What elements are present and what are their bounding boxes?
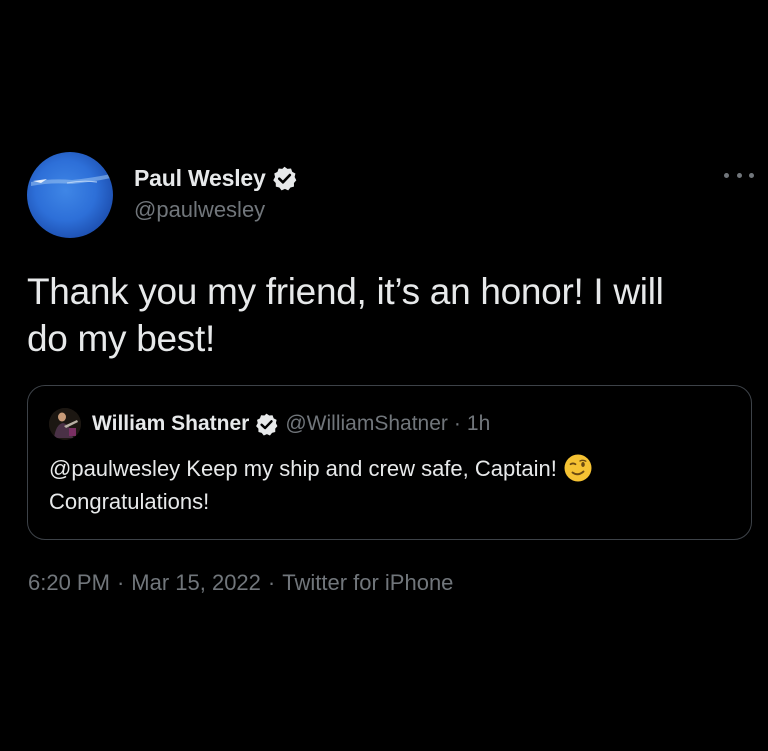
tweet-text-line-2: do my best! <box>27 318 215 359</box>
quoted-tweet-header: William Shatner @WilliamShatner · 1h <box>49 408 490 440</box>
quoted-tweet-text: @paulwesley Keep my ship and crew safe, … <box>49 452 739 518</box>
author-display-name[interactable]: Paul Wesley <box>134 165 266 192</box>
separator-dot: · <box>267 570 276 595</box>
separator-dot: · <box>116 570 125 595</box>
quoted-tweet-text-line-1-content: @paulwesley Keep my ship and crew safe, … <box>49 456 557 481</box>
tweet-text: Thank you my friend, it’s an honor! I wi… <box>27 268 747 362</box>
quoted-avatar-image <box>49 408 81 440</box>
tweet-text-line-1: Thank you my friend, it’s an honor! I wi… <box>27 271 664 312</box>
more-dot <box>736 172 742 178</box>
author-avatar[interactable] <box>27 152 113 238</box>
tweet-time[interactable]: 6:20 PM <box>28 570 110 595</box>
quoted-tweet-text-line-2: Congratulations! <box>49 489 210 514</box>
tweet-meta: 6:20 PM · Mar 15, 2022 · Twitter for iPhone <box>28 570 453 596</box>
winking-face-emoji <box>563 453 593 483</box>
tweet-card: Paul Wesley @paulwesley Thank you my fri… <box>0 0 768 751</box>
quoted-author-avatar[interactable] <box>49 408 81 440</box>
quoted-tweet-text-line-1: @paulwesley Keep my ship and crew safe, … <box>49 452 739 485</box>
more-options-icon[interactable] <box>724 167 754 183</box>
tweet-date[interactable]: Mar 15, 2022 <box>131 570 261 595</box>
tweet-source[interactable]: Twitter for iPhone <box>282 570 453 595</box>
more-dot <box>724 172 729 178</box>
avatar-image <box>31 174 111 186</box>
quoted-author-display-name[interactable]: William Shatner <box>92 412 249 436</box>
separator-dot: · <box>453 412 461 435</box>
verified-badge-icon <box>254 412 279 437</box>
quoted-tweet[interactable]: William Shatner @WilliamShatner · 1h @pa… <box>27 385 752 540</box>
quoted-tweet-time[interactable]: 1h <box>467 412 490 436</box>
author-info: Paul Wesley @paulwesley <box>134 163 298 223</box>
quoted-author-handle[interactable]: @WilliamShatner <box>285 412 448 436</box>
more-dot <box>749 172 754 178</box>
author-handle[interactable]: @paulwesley <box>134 197 298 223</box>
verified-badge-icon <box>271 165 298 192</box>
